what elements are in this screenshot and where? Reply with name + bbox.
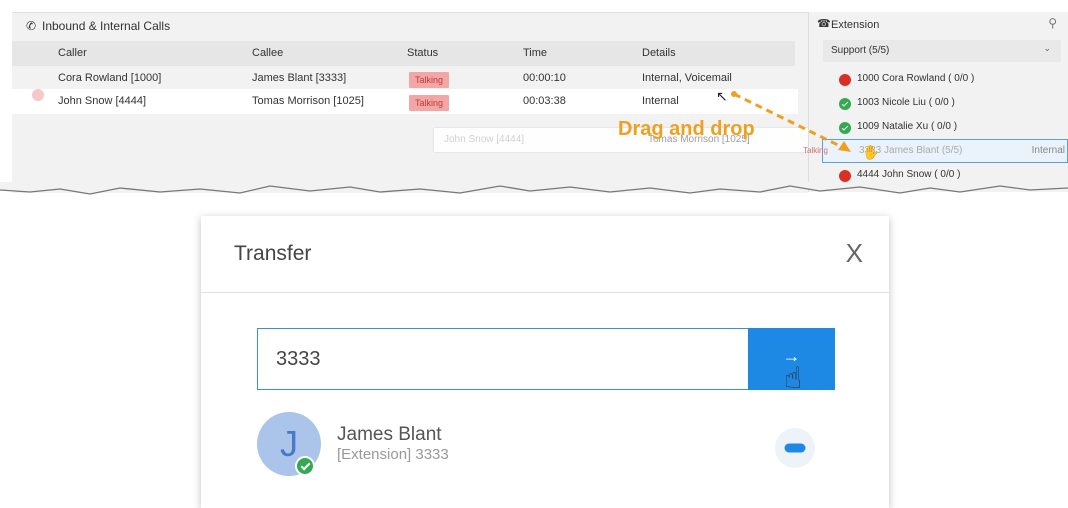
extension-group-label: Support (5/5) — [831, 45, 890, 56]
extension-item-label: 1000 Cora Rowland ( 0/0 ) — [857, 73, 975, 84]
call-row[interactable]: Cora Rowland [1000] James Blant [3333] T… — [12, 66, 798, 91]
transfer-dialog: Transfer X → ☝ J James Blant [Extension]… — [201, 216, 889, 508]
call-row[interactable]: John Snow [4444] Tomas Morrison [1025] T… — [12, 89, 798, 114]
call-time: 00:03:38 — [523, 95, 566, 107]
column-time[interactable]: Time — [523, 41, 547, 66]
call-details: Internal — [642, 95, 679, 107]
selection-dot-icon — [32, 89, 44, 101]
avatar-letter: J — [280, 423, 298, 464]
calls-panel-title: Inbound & Internal Calls — [42, 19, 171, 33]
call-caller: John Snow [4444] — [58, 95, 147, 107]
column-caller[interactable]: Caller — [58, 41, 87, 66]
extension-item-label: 1009 Natalie Xu ( 0/0 ) — [857, 121, 958, 132]
call-time: 00:00:10 — [523, 72, 566, 84]
drop-target-details: Internal — [1031, 145, 1065, 156]
person-phone-icon: ☎ — [817, 18, 831, 30]
extension-title: Extension — [831, 19, 880, 31]
chevron-down-icon: ⌄ — [1043, 43, 1051, 53]
column-status[interactable]: Status — [407, 41, 438, 66]
close-icon[interactable]: X — [846, 238, 863, 269]
voicemail-button[interactable] — [775, 428, 815, 468]
extension-item-label: 1003 Nicole Liu ( 0/0 ) — [857, 97, 955, 108]
status-badge: Talking — [409, 72, 450, 88]
available-check-icon — [295, 456, 315, 476]
torn-edge-divider — [0, 182, 1068, 195]
extension-item-label: 4444 John Snow ( 0/0 ) — [857, 169, 961, 180]
calls-panel: ✆ Inbound & Internal Calls Caller Callee… — [12, 13, 808, 193]
status-badge: Talking — [409, 95, 450, 111]
dialog-divider — [201, 292, 889, 293]
extension-group-select[interactable]: Support (5/5) ⌄ — [823, 40, 1061, 62]
contact-name[interactable]: James Blant — [337, 424, 442, 446]
drag-and-drop-annotation: Drag and drop — [618, 118, 755, 140]
dialog-title: Transfer — [234, 242, 312, 265]
drag-cursor-icon: ✋ — [862, 144, 880, 160]
mouse-pointer-icon: ↖ — [716, 88, 728, 104]
calls-column-header: Caller Callee Status Time Details — [12, 41, 795, 66]
ghost-caller: John Snow [4444] — [444, 134, 525, 145]
column-callee[interactable]: Callee — [252, 41, 283, 66]
voicemail-icon — [784, 443, 806, 453]
call-callee: Tomas Morrison [1025] — [252, 95, 364, 107]
transfer-number-input[interactable] — [257, 328, 749, 390]
extension-header: ☎ Extension ⚲ — [809, 12, 1068, 38]
column-details[interactable]: Details — [642, 41, 676, 66]
calls-panel-header: ✆ Inbound & Internal Calls — [12, 13, 808, 39]
contact-extension: [Extension] 3333 — [337, 446, 449, 463]
phone-calls-icon: ✆ — [26, 19, 37, 33]
search-icon[interactable]: ⚲ — [1048, 16, 1057, 30]
call-callee: James Blant [3333] — [252, 72, 347, 84]
call-caller: Cora Rowland [1000] — [58, 72, 162, 84]
hand-pointer-icon: ☝ — [784, 362, 803, 395]
